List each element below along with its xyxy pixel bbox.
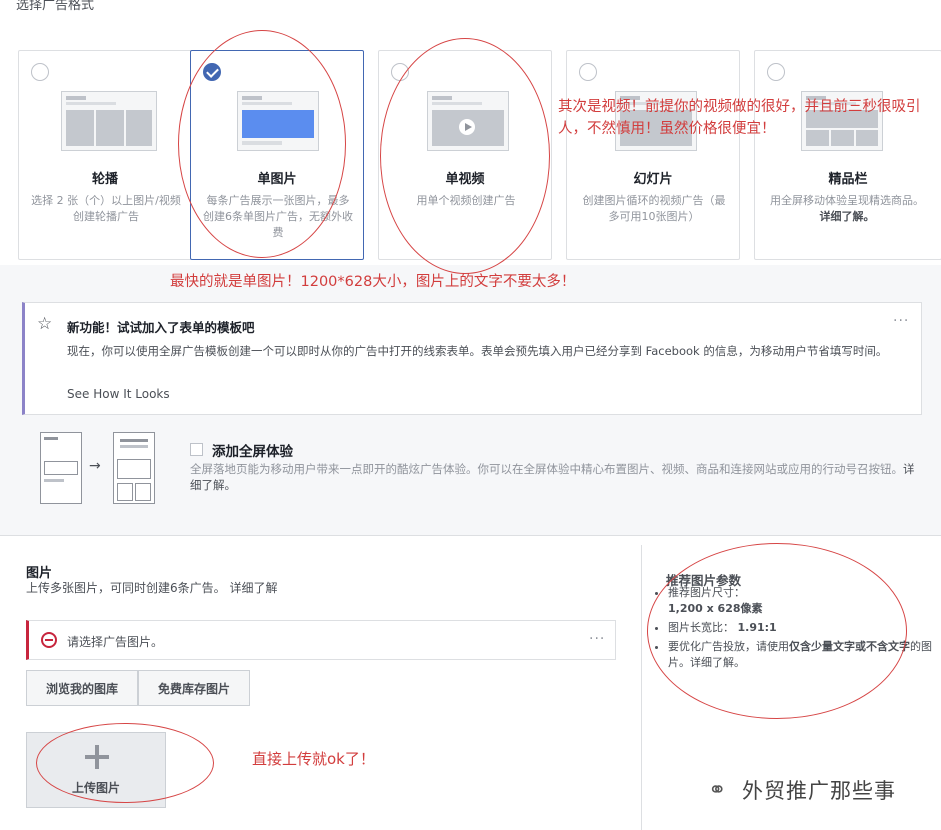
fullscreen-checkbox[interactable]: [190, 443, 203, 456]
format-title: 精品栏: [828, 172, 868, 187]
images-desc: 上传多张图片，可同时创建6条广告。 详细了解: [26, 581, 278, 595]
annotation-ellipse: [380, 38, 550, 274]
notice-body: 现在，你可以使用全屏广告模板创建一个可以即时从你的广告中打开的线索表单。表单会预…: [67, 344, 888, 358]
format-card-slideshow[interactable]: 幻灯片 创建图片循环的视频广告（最多可用10张图片）: [566, 50, 740, 260]
format-title: 幻灯片: [633, 172, 673, 187]
format-card-collection[interactable]: 精品栏 用全屏移动体验呈现精选商品。详细了解。: [754, 50, 941, 260]
learn-more-link[interactable]: 详细了解。: [820, 210, 875, 223]
more-options-icon[interactable]: ···: [589, 631, 605, 647]
format-section-title: 选择广告格式: [16, 0, 95, 13]
annotation-ellipse: [178, 30, 346, 258]
format-desc: 选择 2 张（个）以上图片/视频创建轮播广告: [31, 194, 181, 223]
phone-ad-icon: [40, 432, 82, 504]
star-icon: ☆: [37, 314, 53, 334]
error-text: 请选择广告图片。: [67, 635, 164, 649]
new-feature-notice: ☆ 新功能！试试加入了表单的模板吧 现在，你可以使用全屏广告模板创建一个可以即时…: [22, 302, 922, 415]
format-desc: 创建图片循环的视频广告（最多可用10张图片）: [582, 194, 726, 223]
format-radio[interactable]: [579, 63, 597, 81]
format-title: 轮播: [91, 172, 118, 187]
format-panel: 选择广告格式 轮播 选择 2 张（个）以上图片/视频创建轮播广告 单图片 每条广…: [0, 0, 941, 536]
format-radio[interactable]: [767, 63, 785, 81]
annotation-video: 其次是视频！前提你的视频做的很好，并且前三秒很吸引人，不然慎用！虽然价格很便宜！: [558, 99, 921, 137]
stock-images-button[interactable]: 免费库存图片: [138, 670, 250, 706]
notice-title: 新功能！试试加入了表单的模板吧: [67, 320, 255, 335]
error-icon: [41, 632, 57, 648]
annotation-ellipse: [36, 723, 214, 803]
format-radio[interactable]: [31, 63, 49, 81]
wechat-icon: ⚭: [708, 778, 727, 803]
see-how-it-looks-link[interactable]: See How It Looks: [67, 387, 170, 401]
more-options-icon[interactable]: ···: [893, 313, 909, 329]
annotation-single-image: 最快的就是单图片！1200*628大小，图片上的文字不要太多！: [170, 274, 576, 290]
format-card-carousel[interactable]: 轮播 选择 2 张（个）以上图片/视频创建轮播广告: [18, 50, 192, 260]
annotation-ellipse: [647, 543, 907, 719]
fullscreen-body: 全屏落地页能为移动用户带来一点即开的酷炫广告体验。你可以在全屏体验中精心布置图片…: [190, 462, 915, 492]
carousel-thumbnail-icon: [61, 91, 157, 151]
arrow-icon: →: [89, 458, 101, 474]
learn-more-link[interactable]: 详细了解: [229, 581, 277, 595]
phone-fullscreen-icon: [113, 432, 155, 504]
fullscreen-title: 添加全屏体验: [212, 444, 293, 460]
browse-library-button[interactable]: 浏览我的图库: [26, 670, 138, 706]
watermark-text: 外贸推广那些事: [742, 779, 896, 803]
images-section: 图片 上传多张图片，可同时创建6条广告。 详细了解 请选择广告图片。 ··· 浏…: [0, 545, 640, 830]
format-desc: 用全屏移动体验呈现精选商品。详细了解。: [770, 194, 924, 223]
annotation-upload: 直接上传就ok了！: [252, 750, 375, 768]
error-message: 请选择广告图片。 ···: [26, 620, 616, 660]
